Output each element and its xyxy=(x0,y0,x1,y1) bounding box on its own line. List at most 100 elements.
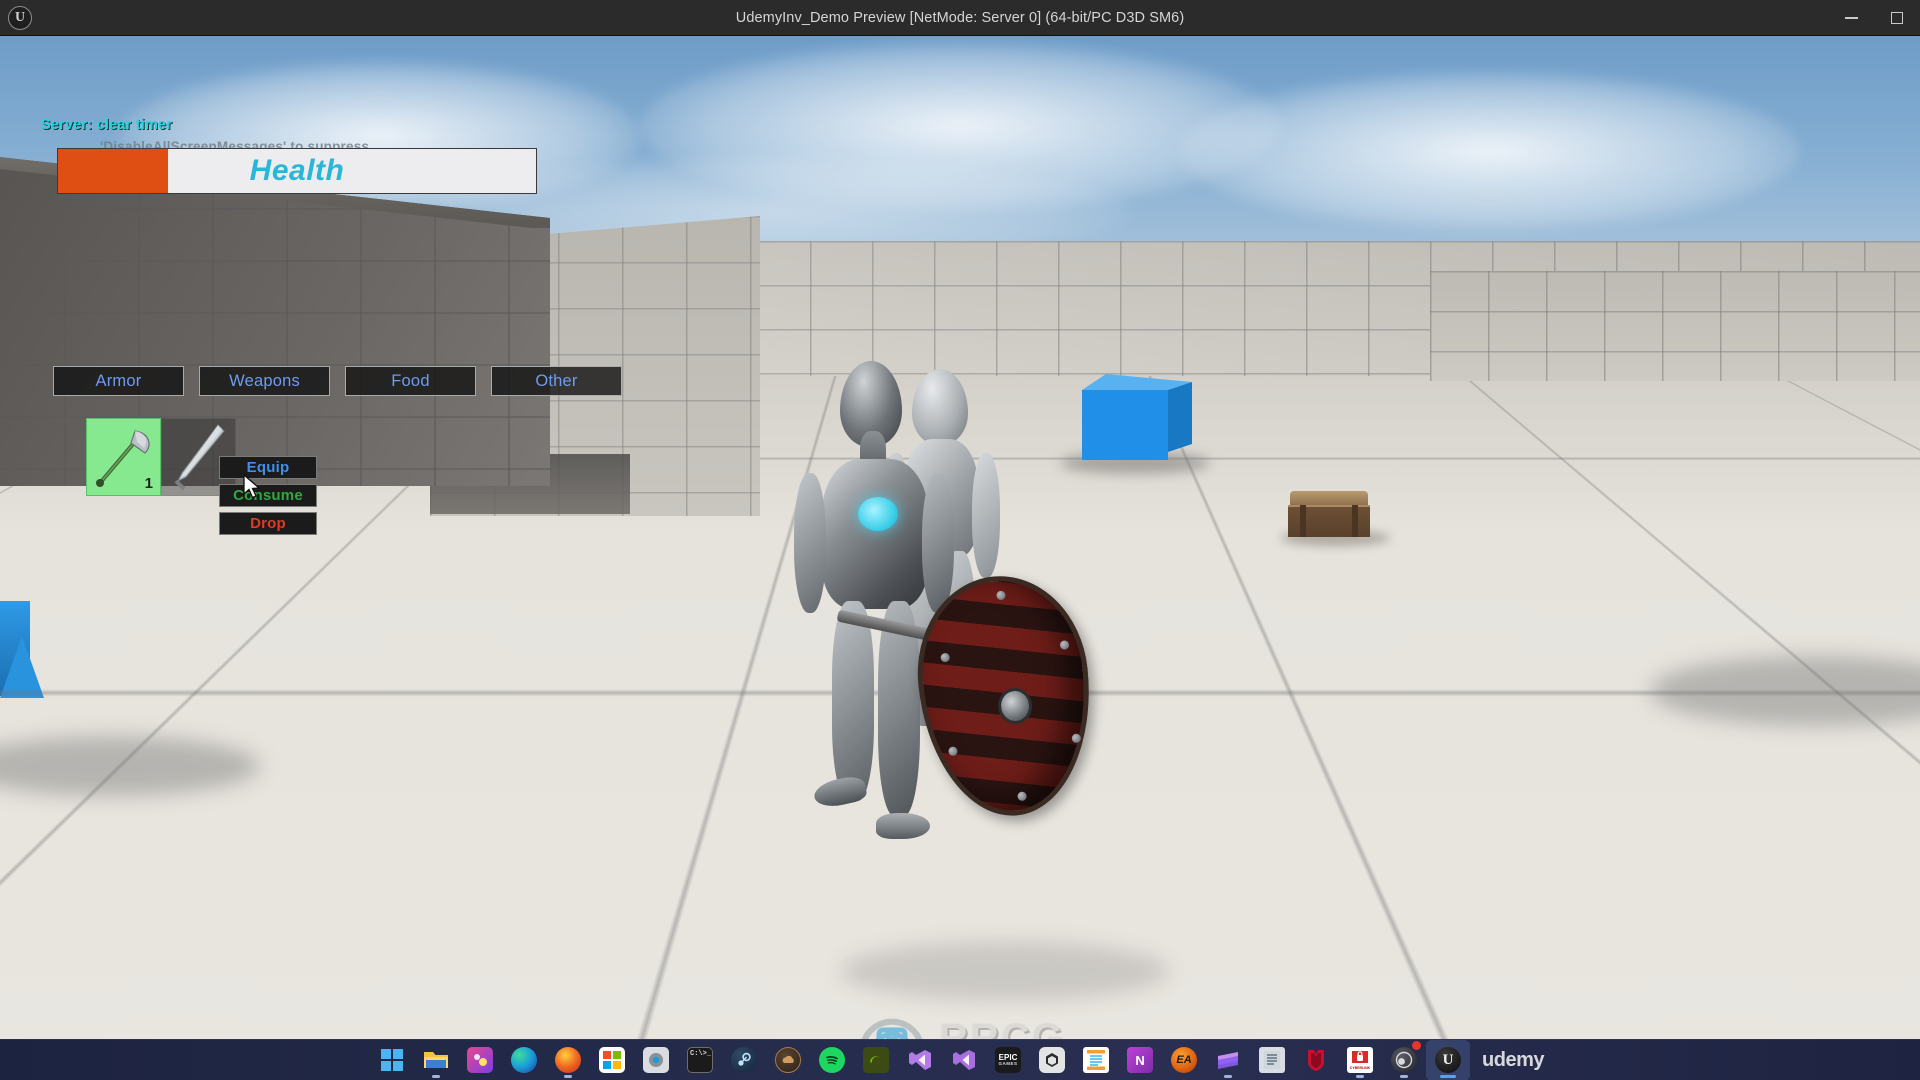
terminal[interactable]: C:\>_ xyxy=(678,1040,722,1080)
context-menu-consume-label: Consume xyxy=(233,487,303,504)
gear-icon xyxy=(643,1047,670,1073)
npc-head xyxy=(912,369,968,445)
unreal-engine-icon: U xyxy=(8,5,32,30)
npc-arm-right xyxy=(972,453,1000,578)
file-explorer[interactable] xyxy=(414,1040,458,1080)
item-context-menu: Equip Consume Drop xyxy=(219,456,317,540)
mcafee[interactable] xyxy=(1294,1040,1338,1080)
screen-root: U UdemyInv_Demo Preview [NetMode: Server… xyxy=(0,0,1920,1080)
ea-icon: EA xyxy=(1171,1047,1198,1073)
player-torso xyxy=(822,459,928,609)
unreal-engine[interactable]: U xyxy=(1426,1039,1471,1080)
windows-taskbar: C:\>_ EPIC GAMES N EA CYBERLINK U udemy xyxy=(0,1039,1920,1080)
inventory-slot-1[interactable]: 1 xyxy=(86,418,161,496)
visual-studio-2[interactable] xyxy=(942,1040,986,1080)
firefox[interactable] xyxy=(546,1040,590,1080)
shield-boss xyxy=(996,686,1034,726)
running-indicator xyxy=(1356,1074,1365,1078)
app-purple[interactable] xyxy=(1206,1040,1250,1080)
context-menu-drop-label: Drop xyxy=(250,515,286,532)
context-menu-drop[interactable]: Drop xyxy=(219,512,317,535)
steam[interactable] xyxy=(722,1040,766,1080)
minimize-icon xyxy=(1844,17,1858,19)
background-wall-right xyxy=(1430,271,1920,381)
context-menu-consume[interactable]: Consume xyxy=(219,484,317,507)
tab-armor[interactable]: Armor xyxy=(53,366,184,396)
ea-app[interactable]: EA xyxy=(1162,1040,1206,1080)
player-arm-right xyxy=(922,473,954,613)
spotify-icon xyxy=(819,1047,846,1073)
blue-cube xyxy=(1082,374,1192,460)
running-indicator xyxy=(564,1074,573,1078)
tab-weapons[interactable]: Weapons xyxy=(199,366,330,396)
shield-rivet xyxy=(1017,791,1028,802)
shield-rivet xyxy=(996,590,1006,601)
microsoft-store[interactable] xyxy=(590,1040,634,1080)
firefox-icon xyxy=(555,1047,582,1073)
player-chest-glow xyxy=(858,497,898,531)
unreal-engine-icon: U xyxy=(1435,1047,1462,1073)
tab-food-label: Food xyxy=(391,371,430,390)
inventory-category-tabs: Armor Weapons Food Other xyxy=(53,366,622,396)
udemy-text: udemy xyxy=(1482,1048,1544,1071)
clipchamp-icon xyxy=(1215,1047,1241,1073)
epic-games[interactable]: EPIC GAMES xyxy=(986,1040,1030,1080)
player-foot-right xyxy=(876,813,930,839)
steam-icon xyxy=(731,1047,758,1073)
lock-icon: CYBERLINK xyxy=(1347,1047,1374,1073)
minimize-button[interactable] xyxy=(1828,0,1874,36)
notepad[interactable] xyxy=(1074,1040,1118,1080)
maximize-button[interactable] xyxy=(1874,0,1920,36)
shield-rivet xyxy=(1059,640,1070,650)
spotify[interactable] xyxy=(810,1040,854,1080)
inventory-slot-1-quantity: 1 xyxy=(144,475,153,492)
player-leg-left xyxy=(832,601,874,801)
obs-icon xyxy=(1391,1047,1418,1073)
health-bar-label: Health xyxy=(249,154,345,187)
nvidia[interactable] xyxy=(854,1040,898,1080)
cube-side-face xyxy=(1168,382,1192,452)
unity-icon xyxy=(1039,1047,1066,1073)
visual-studio[interactable] xyxy=(898,1040,942,1080)
notepad-icon xyxy=(1083,1047,1110,1073)
running-indicator xyxy=(1224,1074,1233,1078)
unity[interactable] xyxy=(1030,1040,1074,1080)
treasure-chest xyxy=(1288,491,1370,537)
blue-cone xyxy=(0,636,44,698)
running-indicator xyxy=(432,1074,441,1078)
nvidia-icon xyxy=(863,1047,890,1073)
folder-icon xyxy=(423,1047,449,1073)
tab-food[interactable]: Food xyxy=(345,366,476,396)
visual-studio-icon xyxy=(907,1047,933,1073)
context-menu-equip-label: Equip xyxy=(246,459,290,476)
game-viewport[interactable]: Server: clear timer 'DisableAllScreenMes… xyxy=(0,36,1920,1041)
visual-studio-icon xyxy=(951,1047,977,1073)
tab-armor-label: Armor xyxy=(95,371,142,390)
app-colorful[interactable] xyxy=(458,1040,502,1080)
microsoft-edge[interactable] xyxy=(502,1040,546,1080)
window-titlebar: U UdemyInv_Demo Preview [NetMode: Server… xyxy=(0,0,1920,36)
context-menu-equip[interactable]: Equip xyxy=(219,456,317,479)
app-document[interactable] xyxy=(1250,1040,1294,1080)
start-button[interactable] xyxy=(370,1040,414,1080)
chest-strap xyxy=(1300,505,1306,537)
shield-rivet xyxy=(940,652,951,663)
health-bar-fill xyxy=(58,149,168,193)
window-controls xyxy=(1828,0,1920,36)
onenote[interactable]: N xyxy=(1118,1040,1162,1080)
document-icon xyxy=(1259,1047,1286,1073)
obs-studio[interactable] xyxy=(1382,1040,1426,1080)
shield-rivet xyxy=(1071,733,1082,744)
shield-rivet xyxy=(948,746,958,757)
cloud xyxy=(1180,71,1800,231)
tab-weapons-label: Weapons xyxy=(229,371,300,390)
chest-strap xyxy=(1352,505,1358,537)
windows-logo-icon xyxy=(379,1047,405,1073)
player-arm-left xyxy=(794,473,826,613)
security-app[interactable]: CYBERLINK xyxy=(1338,1040,1382,1080)
app-bronze[interactable] xyxy=(766,1040,810,1080)
tab-other[interactable]: Other xyxy=(491,366,622,396)
maximize-icon xyxy=(1891,12,1903,24)
terminal-icon: C:\>_ xyxy=(687,1047,714,1073)
settings[interactable] xyxy=(634,1040,678,1080)
